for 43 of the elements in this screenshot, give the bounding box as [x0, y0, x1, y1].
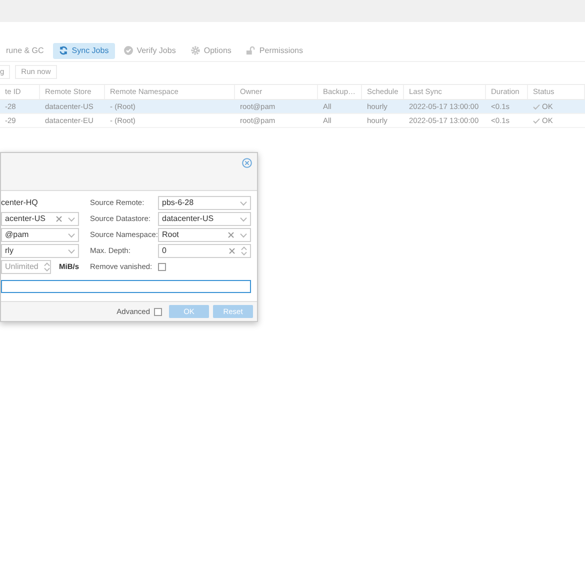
field-value: datacenter-US — [162, 213, 215, 225]
gear-icon — [190, 46, 200, 55]
checkbox[interactable] — [158, 263, 166, 271]
field-value: rly — [5, 245, 14, 257]
field-placeholder: Unlimited — [5, 261, 38, 273]
field-value: acenter-US — [5, 213, 46, 225]
clear-icon[interactable] — [56, 216, 62, 222]
caret-icon — [240, 200, 247, 206]
caret-icon — [68, 248, 75, 254]
tab[interactable]: rune & GC — [0, 42, 50, 58]
check-icon — [533, 118, 540, 124]
tab[interactable]: Permissions — [240, 42, 309, 58]
tab[interactable]: Verify Jobs — [118, 42, 182, 58]
unlock-icon — [246, 46, 256, 55]
check-circle-icon — [124, 46, 133, 55]
spinner-arrows-icon[interactable] — [44, 262, 50, 272]
comment-field[interactable] — [1, 280, 251, 293]
caret-icon — [68, 216, 75, 222]
sync-icon — [58, 46, 68, 55]
field-value: pbs-6-28 — [162, 197, 195, 209]
combo-field[interactable]: Root — [158, 228, 251, 242]
advanced-checkbox[interactable] — [154, 308, 162, 316]
combo-field[interactable]: @pam — [1, 228, 79, 242]
number-field[interactable]: Unlimited — [1, 260, 51, 274]
check-icon — [533, 104, 540, 110]
tab[interactable]: Options — [184, 42, 238, 58]
combo-field[interactable]: datacenter-US — [158, 212, 251, 226]
combo-field[interactable]: rly — [1, 244, 79, 258]
caret-icon — [68, 232, 75, 238]
field-value: Root — [162, 229, 180, 241]
display-field: center-HQ — [1, 196, 79, 210]
combo-field[interactable]: pbs-6-28 — [158, 196, 251, 210]
close-icon[interactable] — [242, 158, 252, 168]
combo-field[interactable]: acenter-US — [1, 212, 79, 226]
spinner-arrows-icon[interactable] — [241, 246, 247, 256]
clear-icon[interactable] — [228, 232, 234, 238]
number-field[interactable]: 0 — [158, 244, 251, 258]
caret-icon — [240, 232, 247, 238]
clear-icon[interactable] — [229, 248, 235, 254]
field-value: 0 — [162, 245, 168, 257]
tab[interactable]: Sync Jobs — [52, 42, 115, 58]
field-value: @pam — [5, 229, 30, 241]
caret-icon — [240, 216, 247, 222]
